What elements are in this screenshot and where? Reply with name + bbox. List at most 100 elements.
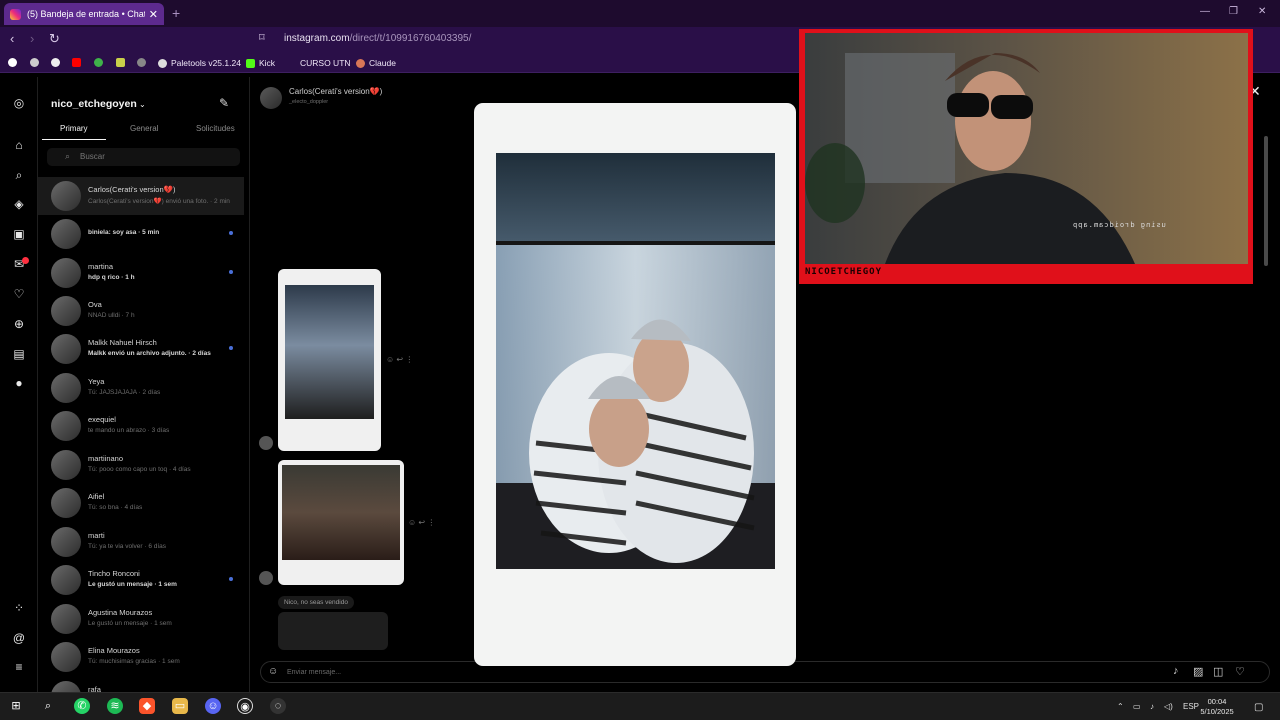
create-icon[interactable]: ⊕ [12,317,26,331]
sticker-icon[interactable]: ◫ [1213,665,1223,678]
compose-icon[interactable]: ✎ [219,96,229,110]
tray-mic-icon[interactable]: ♪ [1150,702,1154,711]
notifications-center-icon[interactable]: ▢ [1254,702,1263,713]
avatar [51,411,81,441]
search-icon[interactable]: ⌕ [12,168,26,182]
sheet-bookmark-icon[interactable] [116,58,129,67]
home-icon[interactable]: ⌂ [12,138,26,152]
bookmark-paletools[interactable]: Paletools v25.1.24 [158,58,241,68]
notifications-icon[interactable]: ♡ [12,287,26,301]
spotify-icon[interactable]: ≋ [107,698,123,714]
tab-general[interactable]: General [130,124,158,133]
conversation-preview: Tú: muchisimas gracias · 1 sem [88,658,180,665]
list-item[interactable]: martiinano Tú: pooo como capo un toq · 4 … [38,446,244,484]
like-icon[interactable]: ♡ [1235,665,1245,678]
misc-bookmark-icon[interactable] [137,58,150,67]
tray-volume-icon[interactable]: ◁) [1164,702,1173,711]
threads-icon[interactable]: @ [12,631,26,645]
sender-avatar-1 [259,436,273,450]
webcam-watermark: using droidcam.app [1072,221,1166,229]
emoji-icon[interactable]: ☺ [268,666,278,677]
maximize-icon[interactable]: ❐ [1229,6,1238,17]
instagram-logo-icon[interactable]: ◎ [12,96,26,110]
conversation-preview: Tú: so bna · 4 días [88,504,143,511]
nav-rail: ◎ ⌂ ⌕ ◈ ▣ ✉ ♡ ⊕ ▤ ● ⁘ @ ≡ [0,77,38,692]
bookmark-kick[interactable]: Kick [246,58,275,68]
list-item[interactable]: Ova NNAD ulldi · 7 h [38,292,244,330]
conversation-preview: Le gustó un mensaje · 1 sem [88,581,177,588]
app-icon[interactable]: ◌ [270,698,286,714]
extension-bookmark-icon[interactable] [94,58,107,67]
browser-tab-instagram[interactable]: (5) Bandeja de entrada • Chats ✕ [4,3,164,25]
list-item[interactable]: martina hdp q rico · 1 h [38,254,244,292]
windows-start-icon[interactable]: ⊞ [8,698,24,714]
account-switcher[interactable]: nico_etchegoyen [51,98,137,110]
list-item[interactable]: marti Tú: ya te via volver · 6 días [38,523,244,561]
list-item[interactable]: Aifiel Tú: so bna · 4 días [38,484,244,522]
clock-time: 00:04 [1207,697,1227,706]
image-icon[interactable]: ▨ [1193,665,1203,678]
meta-apps-icon[interactable]: ⁘ [12,601,26,615]
bookmark-claude[interactable]: Claude [356,58,396,68]
minimize-icon[interactable]: — [1200,6,1210,17]
file-explorer-icon[interactable]: ▭ [172,698,188,714]
url-field[interactable]: instagram.com/direct/t/109916760403395/ [284,33,471,44]
chevron-down-icon[interactable]: ⌄ [139,100,146,109]
media-message-3[interactable] [278,612,388,650]
active-tab-indicator [42,139,106,140]
tray-device-icon[interactable]: ▭ [1133,702,1141,711]
list-item[interactable]: Malkk Nahuel Hirsch Malkk envió un archiv… [38,330,244,368]
conversation-name: Carlos(Cerati's version💔) [88,185,176,194]
window-close-icon[interactable]: ✕ [1258,6,1266,17]
list-item[interactable]: exequiel te mando un abrazo · 3 días [38,407,244,445]
new-tab-button[interactable]: + [172,5,180,21]
message-actions-1[interactable]: ☺ ↩ ⋮ [386,355,413,364]
brave-browser-icon[interactable]: ◆ [139,698,155,714]
avatar [51,373,81,403]
taskbar-search-icon[interactable]: ⌕ [40,698,56,714]
whatsapp-icon[interactable]: ✆ [74,698,90,714]
discord-icon[interactable]: ☺ [205,698,221,714]
back-icon[interactable]: ‹ [10,31,14,46]
tray-chevron-up-icon[interactable]: ⌃ [1117,702,1124,711]
web-bookmark-icon[interactable] [30,58,43,67]
photo-thumb-1 [285,285,374,419]
obs-icon[interactable]: ◉ [237,698,253,714]
photo-message-1[interactable] [278,269,381,451]
profile-icon[interactable]: ● [12,376,26,390]
list-item[interactable]: Elina Mourazos Tú: muchisimas gracias · 1… [38,638,244,676]
avatar [51,642,81,672]
reload-icon[interactable]: ↻ [49,31,60,47]
tab-close-icon[interactable]: ✕ [149,8,158,21]
youtube-bookmark-icon[interactable] [72,58,85,67]
thread-title[interactable]: Carlos(Cerati's version💔) [289,87,382,96]
reels-icon[interactable]: ▣ [12,227,26,241]
tab-primary[interactable]: Primary [60,124,88,133]
thread-scrollbar[interactable] [1264,136,1268,266]
menu-icon[interactable]: ≡ [12,660,26,674]
list-item[interactable]: Tincho Ronconi Le gustó un mensaje · 1 se… [38,561,244,599]
forward-icon[interactable]: › [30,31,34,46]
list-item[interactable]: Carlos(Cerati's version💔) Carlos(Cerati's… [38,177,244,215]
tab-requests[interactable]: Solicitudes [196,124,235,133]
list-item[interactable]: Yeya Tú: JAJSJAJAJA · 2 días [38,369,244,407]
tray-language[interactable]: ESP [1183,702,1199,711]
search-field-icon: ⌕ [65,151,71,161]
screen: (5) Bandeja de entrada • Chats ✕ + — ❐ ✕… [0,0,1280,720]
explore-icon[interactable]: ◈ [12,197,26,211]
dashboard-icon[interactable]: ▤ [12,347,26,361]
unread-dot [229,577,233,581]
thread-avatar[interactable] [260,87,282,109]
bookmark-curso-utn[interactable]: CURSO UTN [300,58,351,68]
photo-message-2[interactable] [278,460,404,585]
search-input[interactable]: ⌕ Buscar [47,148,240,166]
bookmark-icon[interactable]: ⌑ [259,31,265,44]
conversation-name: Elina Mourazos [88,646,140,655]
taskbar-clock[interactable]: 00:04 5/10/2025 [1200,697,1234,717]
list-item[interactable]: biniela: soy asa · 5 min [38,215,244,253]
microphone-icon[interactable]: ♪ [1173,665,1179,677]
list-item[interactable]: Agustina Mourazos Le gustó un mensaje · 1… [38,600,244,638]
github-bookmark-icon[interactable] [8,58,21,67]
message-actions-2[interactable]: ☺ ↩ ⋮ [408,518,435,527]
x-bookmark-icon[interactable] [51,58,64,67]
